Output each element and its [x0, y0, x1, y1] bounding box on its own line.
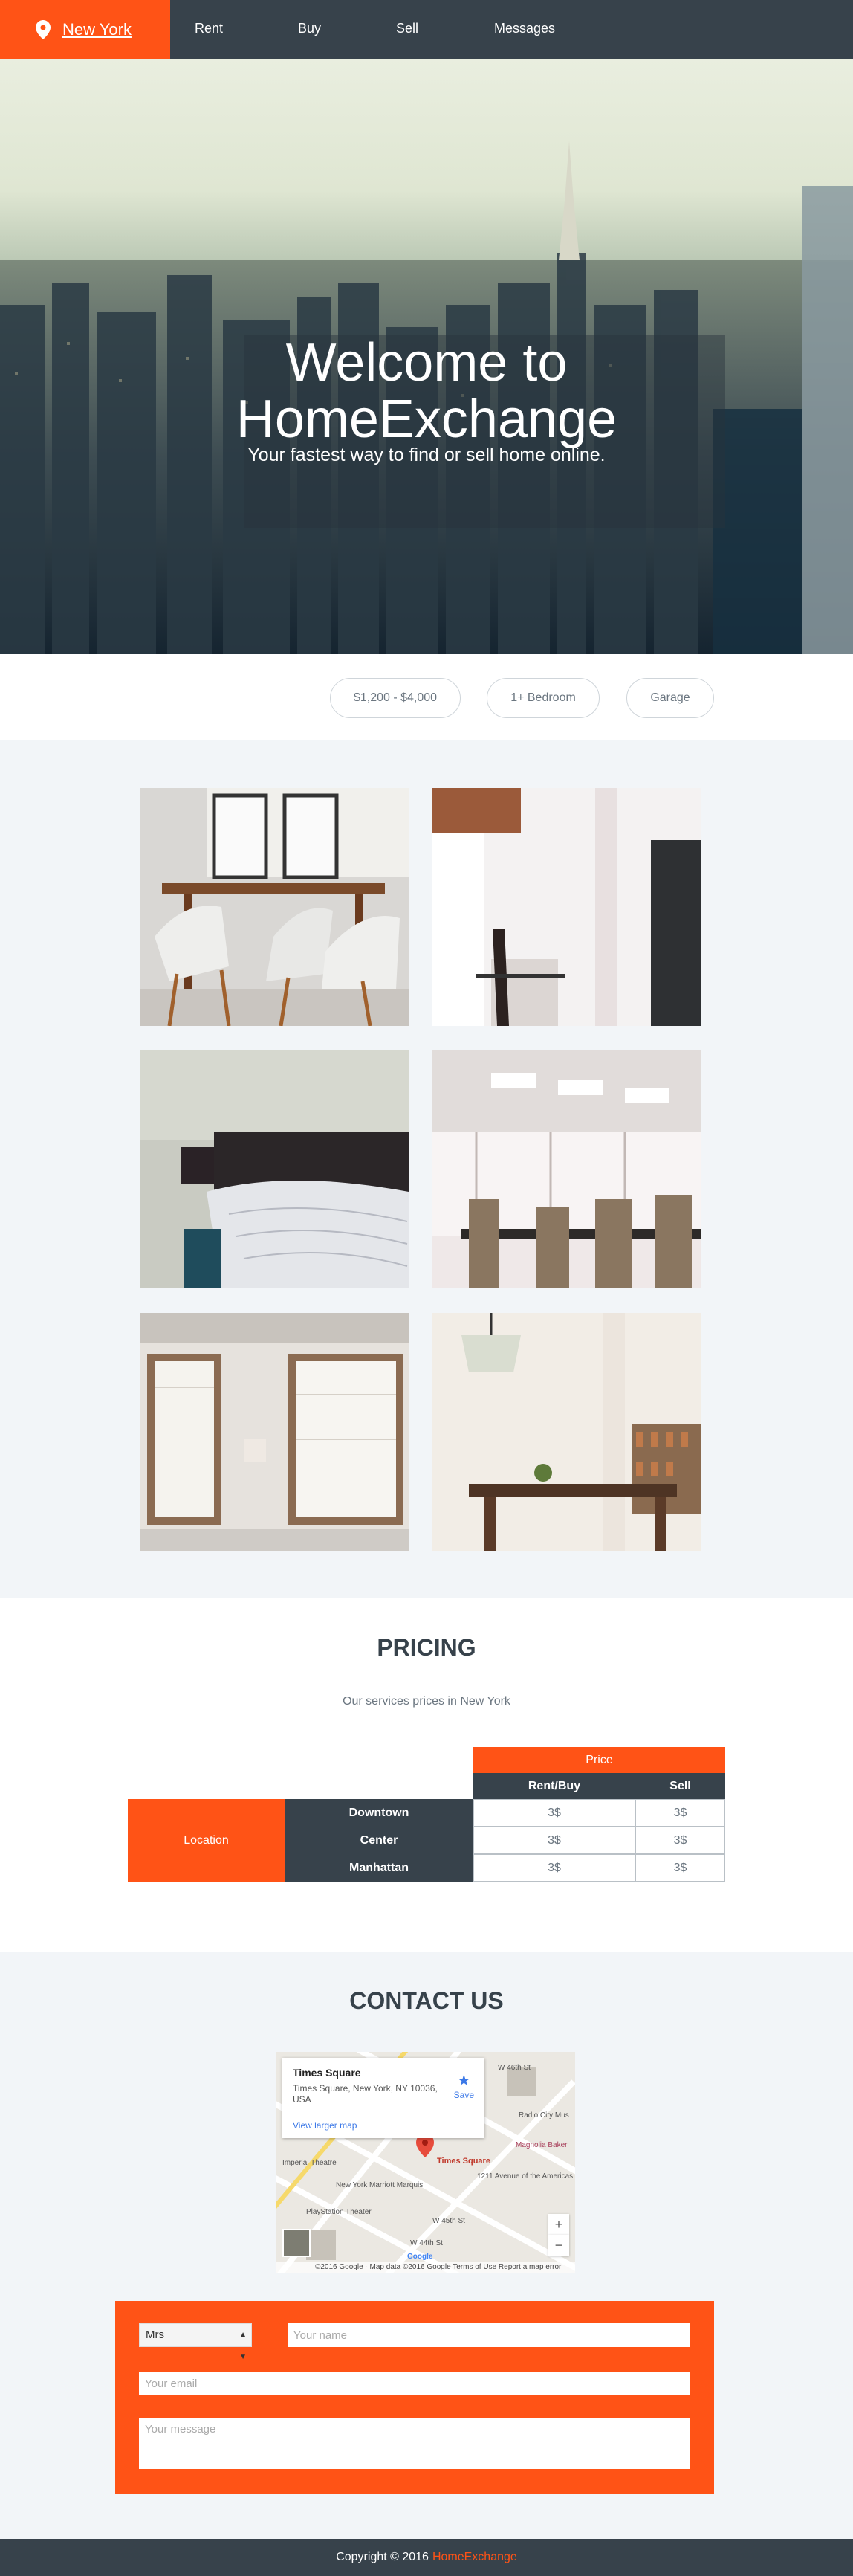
- map-label-w44: W 44th St: [410, 2239, 443, 2247]
- map-attribution: ©2016 Google · Map data ©2016 Google Ter…: [276, 2262, 575, 2273]
- hero-title-line1: Welcome to: [285, 333, 568, 393]
- title-select-value: Mrs: [146, 2328, 164, 2341]
- filter-bedrooms[interactable]: 1+ Bedroom: [487, 678, 600, 718]
- listing-photo-living[interactable]: [432, 788, 701, 1026]
- message-textarea[interactable]: [139, 2418, 690, 2469]
- nav-rent[interactable]: Rent: [195, 21, 223, 36]
- map-label-w45: W 45th St: [432, 2217, 465, 2225]
- google-logo: Google: [407, 2253, 433, 2261]
- page-footer: Copyright © 2016 HomeExchange: [0, 2539, 853, 2576]
- listing-photo-bedroom[interactable]: [140, 1050, 409, 1288]
- name-input[interactable]: [288, 2323, 690, 2347]
- cell-manhattan-rent-buy: 3$: [473, 1854, 635, 1882]
- col-sell: Sell: [635, 1773, 725, 1799]
- location-label: Location: [128, 1799, 285, 1882]
- map-label-imperial: Imperial Theatre: [282, 2159, 337, 2167]
- nav-messages[interactable]: Messages: [494, 21, 555, 36]
- nav-buy[interactable]: Buy: [298, 21, 321, 36]
- cell-center-rent-buy: 3$: [473, 1827, 635, 1854]
- google-map[interactable]: Times Square W 46th St Radio City Mus Ma…: [276, 2052, 575, 2273]
- pricing-title: PRICING: [377, 1634, 476, 1661]
- map-label-times-square: Times Square: [437, 2157, 490, 2166]
- map-place-address: Times Square, New York, NY 10036, USA: [293, 2083, 438, 2105]
- hero-title-line2: HomeExchange: [236, 390, 617, 449]
- map-label-radio-city: Radio City Mus: [519, 2111, 569, 2120]
- footer-brand-link[interactable]: HomeExchange: [432, 2551, 517, 2564]
- pricing-section: PRICING Our services prices in New York …: [0, 1598, 853, 1952]
- contact-section: CONTACT US Times Square W 46th St Radio …: [0, 1952, 853, 2539]
- map-label-magnolia: Magnolia Baker: [516, 2141, 568, 2149]
- cell-downtown-sell: 3$: [635, 1799, 725, 1827]
- row-area-manhattan: Manhattan: [285, 1854, 473, 1882]
- copyright-text: Copyright © 2016: [336, 2551, 429, 2563]
- map-info-card: Times Square Times Square, New York, NY …: [282, 2058, 484, 2138]
- map-place-name: Times Square: [293, 2067, 361, 2079]
- cell-manhattan-sell: 3$: [635, 1854, 725, 1882]
- filter-garage[interactable]: Garage: [626, 678, 714, 718]
- col-rent-buy: Rent/Buy: [473, 1773, 635, 1799]
- map-label-w46: W 46th St: [498, 2064, 531, 2072]
- listing-photo-windows[interactable]: [140, 1313, 409, 1551]
- city-name[interactable]: New York: [62, 20, 132, 39]
- cell-center-sell: 3$: [635, 1827, 725, 1854]
- cell-downtown-rent-buy: 3$: [473, 1799, 635, 1827]
- contact-form: Mrs ▲ ▼: [115, 2301, 714, 2494]
- map-label-marriott: New York Marriott Marquis: [336, 2181, 423, 2189]
- select-arrow-icon: ▲ ▼: [239, 2331, 247, 2361]
- nav-sell[interactable]: Sell: [396, 21, 418, 36]
- zoom-in-button[interactable]: +: [548, 2214, 569, 2235]
- view-larger-map-link[interactable]: View larger map: [293, 2120, 357, 2131]
- row-area-center: Center: [285, 1827, 473, 1854]
- contact-title: CONTACT US: [349, 1987, 504, 2014]
- row-area-downtown: Downtown: [285, 1799, 473, 1827]
- map-label-playstation: PlayStation Theater: [306, 2208, 372, 2216]
- zoom-out-button[interactable]: −: [548, 2235, 569, 2256]
- filter-bar: $1,200 - $4,000 1+ Bedroom Garage: [0, 654, 853, 740]
- listing-photo-dining[interactable]: [140, 788, 409, 1026]
- star-icon: ★: [457, 2073, 471, 2089]
- listing-photo-office[interactable]: [432, 1050, 701, 1288]
- top-navbar: New York Rent Buy Sell Messages: [0, 0, 853, 59]
- hero-subtitle: Your fastest way to find or sell home on…: [247, 445, 606, 465]
- map-save-button[interactable]: ★ Save: [454, 2071, 474, 2100]
- price-header: Price: [473, 1747, 725, 1773]
- map-save-label: Save: [453, 2090, 474, 2100]
- map-label-1211: 1211 Avenue of the Americas: [477, 2172, 573, 2180]
- filter-price-range[interactable]: $1,200 - $4,000: [330, 678, 461, 718]
- title-select[interactable]: Mrs ▲ ▼: [139, 2323, 252, 2361]
- hero-banner: Welcome to HomeExchange Your fastest way…: [0, 59, 853, 654]
- city-selector[interactable]: New York: [0, 0, 170, 59]
- pricing-subtitle: Our services prices in New York: [343, 1695, 510, 1708]
- listing-photo-cafe[interactable]: [432, 1313, 701, 1551]
- location-pin-icon: [36, 20, 51, 39]
- listing-gallery: [0, 740, 853, 1598]
- email-input[interactable]: [139, 2372, 690, 2395]
- satellite-toggle[interactable]: [282, 2229, 311, 2257]
